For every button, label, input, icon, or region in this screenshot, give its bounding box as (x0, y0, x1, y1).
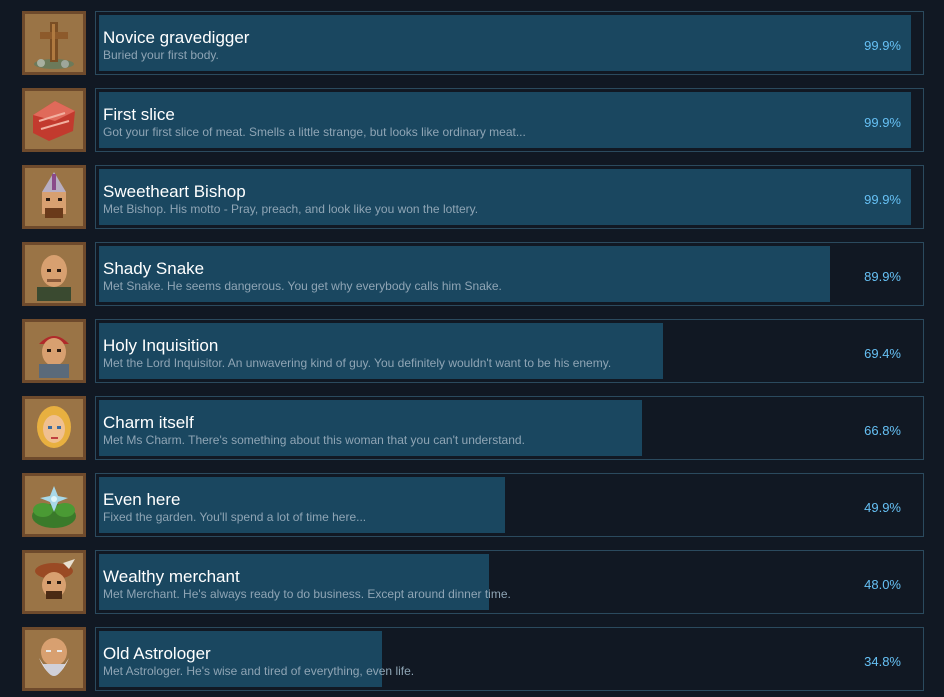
achievement-progress-panel: Novice gravedigger Buried your first body… (95, 11, 924, 75)
achievement-progress-panel: Even here Fixed the garden. You'll spend … (95, 473, 924, 537)
unlock-percent-label: 69.4% (864, 346, 901, 361)
achievement-icon-frame (22, 396, 86, 460)
achievement-description: Got your first slice of meat. Smells a l… (103, 125, 526, 139)
garden-flower-icon (25, 476, 83, 534)
achievement-icon-frame (22, 242, 86, 306)
achievement-progress-panel: Sweetheart Bishop Met Bishop. His motto -… (95, 165, 924, 229)
achievement-row: Even here Fixed the garden. You'll spend … (0, 473, 944, 537)
achievement-row: Charm itself Met Ms Charm. There's someth… (0, 396, 944, 460)
achievement-icon-frame (22, 473, 86, 537)
achievement-title: Old Astrologer (103, 644, 211, 663)
achievement-title: First slice (103, 105, 175, 124)
charm-portrait-icon (25, 399, 83, 457)
achievement-description: Met Snake. He seems dangerous. You get w… (103, 279, 502, 293)
achievement-title: Novice gravedigger (103, 28, 250, 47)
snake-portrait-icon (25, 245, 83, 303)
meat-slice-icon (25, 91, 83, 149)
inquisitor-portrait-icon (25, 322, 83, 380)
achievement-row: First slice Got your first slice of meat.… (0, 88, 944, 152)
achievement-title: Wealthy merchant (103, 567, 240, 586)
unlock-percent-label: 99.9% (864, 115, 901, 130)
astrologer-portrait-icon (25, 630, 83, 688)
achievement-title: Holy Inquisition (103, 336, 219, 355)
achievement-progress-panel: Holy Inquisition Met the Lord Inquisitor.… (95, 319, 924, 383)
achievement-description: Met Astrologer. He's wise and tired of e… (103, 664, 415, 678)
achievement-title: Even here (103, 490, 181, 509)
achievement-row: Shady Snake Met Snake. He seems dangerous… (0, 242, 944, 306)
unlock-percent-label: 49.9% (864, 500, 901, 515)
achievement-description: Met Bishop. His motto - Pray, preach, an… (103, 202, 479, 216)
unlock-percent-fill (99, 246, 830, 302)
unlock-percent-label: 99.9% (864, 38, 901, 53)
achievement-row: Novice gravedigger Buried your first body… (0, 11, 944, 75)
achievement-description: Met Ms Charm. There's something about th… (103, 433, 525, 447)
achievement-description: Buried your first body. (103, 48, 219, 62)
achievement-icon-frame (22, 11, 86, 75)
achievement-row: Old Astrologer Met Astrologer. He's wise … (0, 627, 944, 691)
achievement-list: Novice gravedigger Buried your first body… (0, 0, 944, 697)
achievement-progress-panel: Old Astrologer Met Astrologer. He's wise … (95, 627, 924, 691)
unlock-percent-label: 66.8% (864, 423, 901, 438)
achievement-icon-frame (22, 88, 86, 152)
achievement-progress-panel: First slice Got your first slice of meat.… (95, 88, 924, 152)
achievement-title: Sweetheart Bishop (103, 182, 246, 201)
unlock-percent-label: 48.0% (864, 577, 901, 592)
achievement-progress-panel: Charm itself Met Ms Charm. There's someth… (95, 396, 924, 460)
achievement-icon-frame (22, 319, 86, 383)
achievement-row: Sweetheart Bishop Met Bishop. His motto -… (0, 165, 944, 229)
merchant-portrait-icon (25, 553, 83, 611)
achievement-row: Wealthy merchant Met Merchant. He's alway… (0, 550, 944, 614)
unlock-percent-label: 34.8% (864, 654, 901, 669)
achievement-progress-panel: Wealthy merchant Met Merchant. He's alway… (95, 550, 924, 614)
achievement-icon-frame (22, 165, 86, 229)
unlock-percent-fill (99, 92, 911, 148)
unlock-percent-label: 99.9% (864, 192, 901, 207)
achievement-description: Fixed the garden. You'll spend a lot of … (103, 510, 367, 524)
achievement-description: Met Merchant. He's always ready to do bu… (103, 587, 511, 601)
achievement-title: Shady Snake (103, 259, 205, 278)
achievement-title: Charm itself (103, 413, 194, 432)
unlock-percent-label: 89.9% (864, 269, 901, 284)
grave-cross-icon (25, 14, 83, 72)
achievement-icon-frame (22, 627, 86, 691)
achievement-progress-panel: Shady Snake Met Snake. He seems dangerous… (95, 242, 924, 306)
achievement-icon-frame (22, 550, 86, 614)
bishop-portrait-icon (25, 168, 83, 226)
achievement-description: Met the Lord Inquisitor. An unwavering k… (103, 356, 612, 370)
achievement-row: Holy Inquisition Met the Lord Inquisitor.… (0, 319, 944, 383)
